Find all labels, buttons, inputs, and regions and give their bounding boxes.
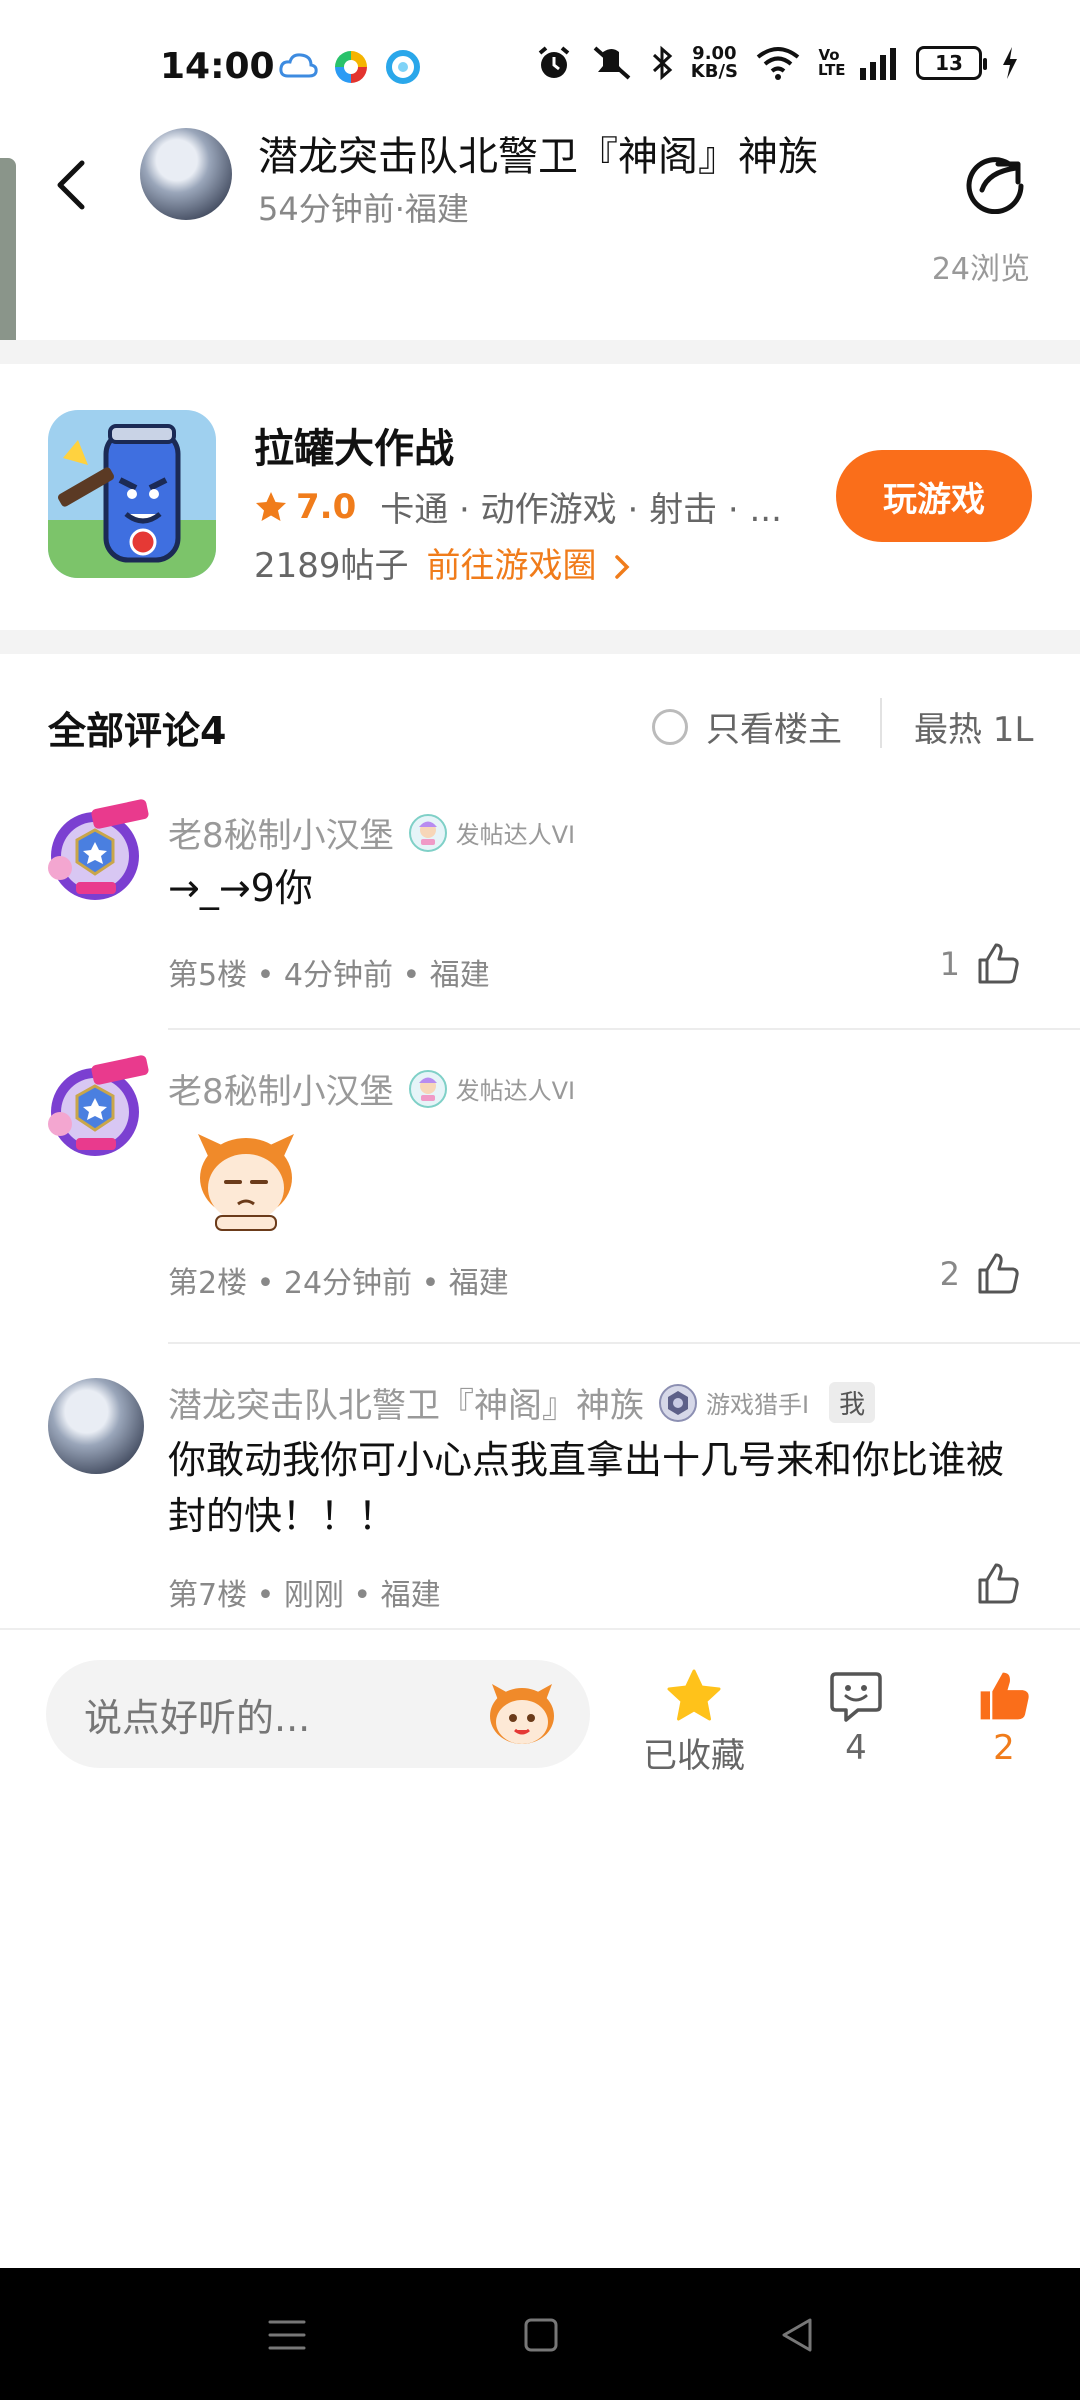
game-title[interactable]: 拉罐大作战 <box>254 416 454 474</box>
game-icon[interactable] <box>48 410 216 578</box>
comment-meta: 第5楼 • 4分钟前 • 福建 <box>168 958 490 993</box>
wifi-icon <box>756 47 800 80</box>
only-op-label: 只看楼主 <box>706 710 842 750</box>
alarm-icon <box>538 46 570 78</box>
me-tag: 我 <box>829 1382 876 1423</box>
sticker-emoji-icon <box>198 1134 294 1231</box>
thumbs-up-filled-icon <box>980 1672 1029 1720</box>
bottom-action-bar: 说点好听的... 已收藏 4 2 <box>0 1628 1080 1778</box>
user-avatar-frame[interactable] <box>40 798 150 908</box>
comment-bubble-icon <box>830 1672 882 1722</box>
bluetooth-icon <box>652 45 673 81</box>
chevron-right-icon <box>615 555 630 579</box>
comment-username[interactable]: 老8秘制小汉堡 <box>168 1064 394 1113</box>
back-button[interactable] <box>46 150 96 220</box>
side-drawer-handle[interactable] <box>0 158 16 348</box>
system-nav-bar <box>0 2268 1080 2400</box>
status-bar: 14:00 9.00 KB/S Vo LTE 13 <box>0 0 1080 110</box>
play-game-button[interactable]: 玩游戏 <box>836 450 1032 542</box>
comment-divider <box>168 1028 1080 1030</box>
poster-badge-icon <box>408 813 447 852</box>
game-tags: 卡通 · 动作游戏 · 射击 · ... <box>380 490 781 530</box>
game-rating: 7.0 <box>296 486 357 527</box>
only-op-toggle[interactable]: 只看楼主 <box>652 702 842 751</box>
menu-icon[interactable] <box>262 2310 312 2360</box>
signal-icon <box>860 48 896 80</box>
favorite-label: 已收藏 <box>643 1736 745 1776</box>
goto-game-circle-label: 前往游戏圈 <box>426 546 597 586</box>
only-op-radio[interactable] <box>652 708 688 745</box>
comment-like-button[interactable]: 2 <box>940 1250 1022 1298</box>
volte-indicator: Vo LTE <box>818 46 846 79</box>
comment-like-button[interactable] <box>960 1560 1022 1608</box>
comment-item: 老8秘制小汉堡 发帖达人VI 第2楼 • 24分钟前 • 福建 2 <box>0 1046 1080 1346</box>
charging-icon <box>1003 47 1017 79</box>
like-count: 2 <box>993 1728 1015 1768</box>
user-badge-label: 游戏猎手I <box>706 1391 810 1419</box>
user-avatar-frame[interactable] <box>40 1054 150 1164</box>
comment-item: 潜龙突击队北警卫『神阁』神族 游戏猎手I 我 你敢动我你可小心点我直拿出十几号来… <box>0 1360 1080 1626</box>
thumbs-up-icon <box>978 1253 1019 1294</box>
star-rating-icon <box>256 491 286 521</box>
like-post-button[interactable]: 2 <box>934 1668 1074 1768</box>
status-time: 14:00 <box>160 46 275 87</box>
user-badge-label: 发帖达人VI <box>455 1077 576 1105</box>
game-card[interactable]: 拉罐大作战 7.0 卡通 · 动作游戏 · 射击 · ... 2189帖子 前往… <box>0 364 1080 630</box>
comment-text: 你敢动我你可小心点我直拿出十几号来和你比谁被封的快！！！ <box>168 1438 1005 1538</box>
sort-selector[interactable]: 最热 1L <box>914 702 1034 751</box>
comment-username[interactable]: 老8秘制小汉堡 <box>168 808 394 857</box>
comment-count-button[interactable]: 4 <box>786 1668 926 1768</box>
goto-game-circle-link[interactable]: 前往游戏圈 <box>427 538 632 587</box>
view-count: 24浏览 <box>931 252 1030 287</box>
mute-icon <box>593 46 631 80</box>
comment-input-placeholder: 说点好听的... <box>84 1695 311 1740</box>
battery-indicator: 13 <box>916 46 987 80</box>
author-name[interactable]: 潜龙突击队北警卫『神阁』神族 <box>258 124 818 182</box>
share-icon <box>966 157 1024 215</box>
comment-count: 4 <box>845 1728 867 1768</box>
comment-like-count: 1 <box>939 945 960 983</box>
emoji-sticker-icon[interactable] <box>484 1680 560 1750</box>
game-can-icon <box>48 410 216 578</box>
comment-item: 老8秘制小汉堡 发帖达人VI →_→9你 第5楼 • 4分钟前 • 福建 1 <box>0 790 1080 1030</box>
comment-username[interactable]: 潜龙突击队北警卫『神阁』神族 <box>168 1378 644 1427</box>
game-hunter-badge-icon <box>659 1383 697 1422</box>
section-divider <box>0 340 1080 364</box>
comment-text: →_→9你 <box>168 866 313 910</box>
star-filled-icon <box>667 1669 721 1721</box>
cloud-icon <box>279 53 318 78</box>
post-time-location: 54分钟前·福建 <box>258 190 469 228</box>
comment-like-button[interactable]: 1 <box>940 940 1022 988</box>
user-badge-label: 发帖达人VI <box>455 821 576 849</box>
comment-like-count: 2 <box>939 1255 960 1293</box>
colorful-app-icon <box>335 51 367 83</box>
author-avatar[interactable] <box>140 128 232 220</box>
back-triangle-icon[interactable] <box>772 2310 822 2360</box>
favorite-button[interactable]: 已收藏 <box>624 1668 764 1777</box>
game-post-count: 2189帖子 <box>254 546 409 586</box>
home-square-icon[interactable] <box>516 2310 566 2360</box>
header-separator <box>880 698 882 748</box>
comment-divider <box>168 1342 1080 1344</box>
comments-header: 全部评论4 只看楼主 最热 1L <box>0 654 1080 794</box>
comments-title: 全部评论4 <box>48 709 227 753</box>
comment-input[interactable]: 说点好听的... <box>46 1660 590 1768</box>
post-header: 潜龙突击队北警卫『神阁』神族 54分钟前·福建 24浏览 <box>0 110 1080 348</box>
comment-meta: 第7楼 • 刚刚 • 福建 <box>168 1578 441 1613</box>
comment-meta: 第2楼 • 24分钟前 • 福建 <box>168 1266 509 1301</box>
net-speed-unit: KB/S <box>690 61 738 82</box>
blue-app-icon <box>386 50 420 84</box>
thumbs-up-icon <box>978 1563 1019 1604</box>
thumbs-up-icon <box>978 943 1019 984</box>
share-button[interactable] <box>962 148 1028 215</box>
poster-badge-icon <box>408 1069 447 1108</box>
section-divider <box>0 630 1080 654</box>
user-avatar[interactable] <box>48 1378 144 1474</box>
back-arrow-icon <box>57 160 85 210</box>
